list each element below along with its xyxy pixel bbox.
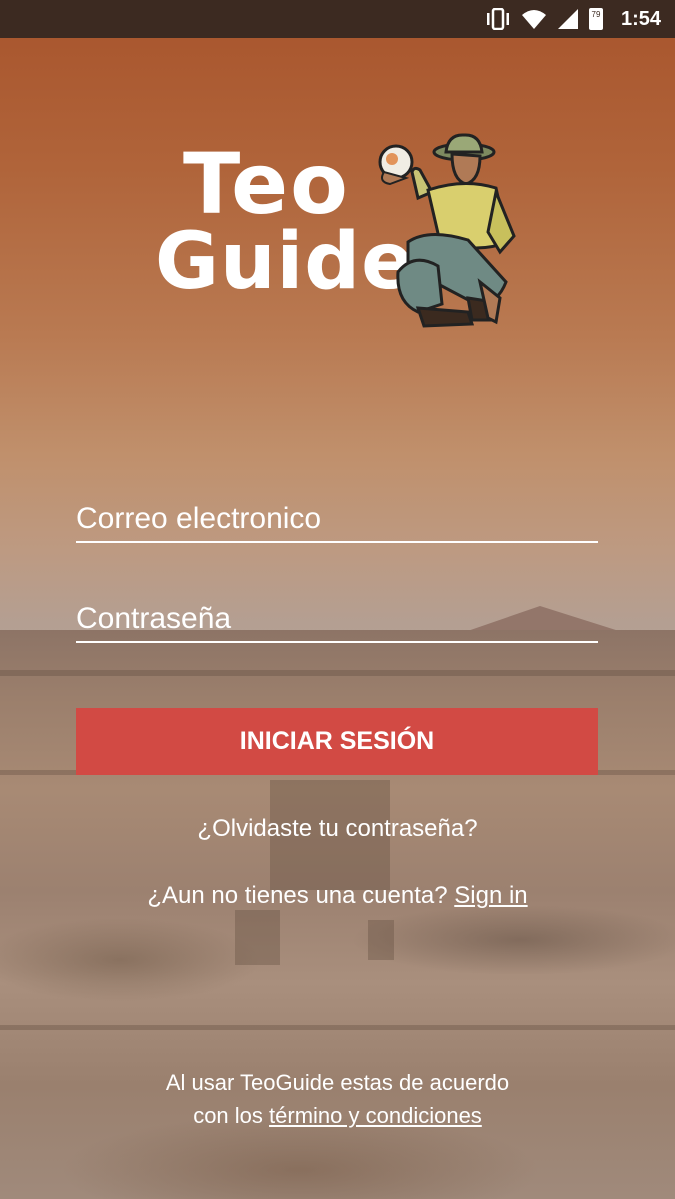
email-input[interactable] bbox=[76, 497, 598, 541]
terms-line-2: con los término y condiciones bbox=[0, 1099, 675, 1132]
status-time: 1:54 bbox=[620, 8, 661, 30]
explorer-mascot-icon bbox=[378, 133, 516, 328]
terms-link[interactable]: término y condiciones bbox=[269, 1103, 482, 1128]
email-field[interactable] bbox=[76, 497, 598, 543]
terms-line-1: Al usar TeoGuide estas de acuerdo bbox=[165, 1070, 510, 1095]
password-field[interactable] bbox=[76, 597, 598, 643]
battery-icon: 79 bbox=[589, 8, 603, 30]
signal-icon bbox=[558, 9, 578, 29]
wifi-icon bbox=[522, 10, 546, 29]
terms-prefix: con los bbox=[193, 1103, 263, 1128]
password-input[interactable] bbox=[76, 597, 598, 641]
login-screen: 79 1:54 Teo Guide INICIAR SESIÓN bbox=[0, 0, 675, 1199]
no-account-text: ¿Aun no tienes una cuenta? bbox=[147, 882, 448, 909]
signup-prompt: ¿Aun no tienes una cuenta? Sign in bbox=[0, 882, 675, 910]
login-button[interactable]: INICIAR SESIÓN bbox=[76, 708, 598, 775]
forgot-password-link[interactable]: ¿Olvidaste tu contraseña? bbox=[0, 815, 675, 843]
sign-in-link[interactable]: Sign in bbox=[454, 882, 527, 909]
status-bar: 79 1:54 bbox=[0, 0, 675, 38]
terms-notice: Al usar TeoGuide estas de acuerdo con lo… bbox=[0, 1066, 675, 1132]
status-icons: 79 bbox=[485, 7, 603, 31]
battery-level: 79 bbox=[591, 10, 601, 19]
vibrate-icon bbox=[487, 8, 509, 30]
